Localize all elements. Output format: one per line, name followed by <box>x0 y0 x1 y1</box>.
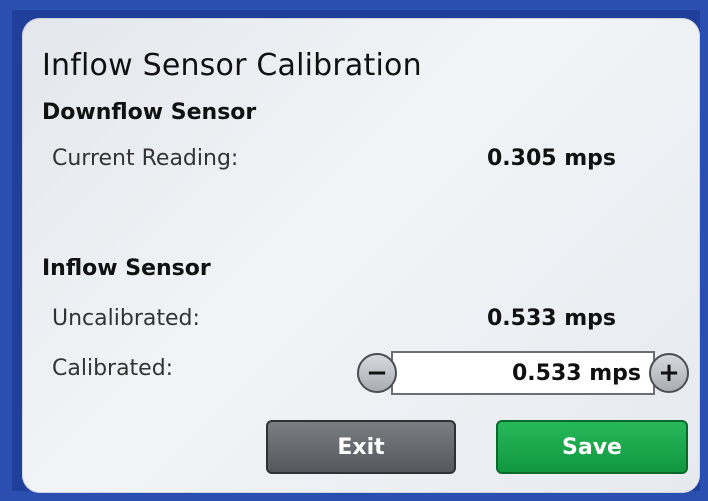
uncalibrated-value: 0.533 mps <box>486 306 616 331</box>
minus-icon: − <box>366 358 388 388</box>
window-frame-right <box>700 0 708 501</box>
exit-button-label: Exit <box>337 434 385 460</box>
window-frame-top <box>0 0 708 10</box>
dialog-title: Inflow Sensor Calibration <box>42 48 422 83</box>
calibrated-label: Calibrated: <box>52 356 174 381</box>
window-frame-left <box>0 0 12 501</box>
plus-icon: + <box>658 358 680 388</box>
current-reading-label: Current Reading: <box>52 146 239 171</box>
calibrated-stepper: 0.533 mps − + <box>357 348 689 398</box>
uncalibrated-label: Uncalibrated: <box>52 306 200 331</box>
exit-button[interactable]: Exit <box>266 420 456 474</box>
save-button[interactable]: Save <box>496 420 688 474</box>
current-reading-value: 0.305 mps <box>486 146 616 171</box>
calibrated-value-field[interactable]: 0.533 mps <box>391 351 655 395</box>
increment-button[interactable]: + <box>649 353 689 393</box>
downflow-section-title: Downflow Sensor <box>42 100 257 125</box>
save-button-label: Save <box>562 434 622 460</box>
calibration-dialog: Inflow Sensor Calibration Downflow Senso… <box>22 18 700 493</box>
inflow-section-title: Inflow Sensor <box>42 256 211 281</box>
decrement-button[interactable]: − <box>357 353 397 393</box>
